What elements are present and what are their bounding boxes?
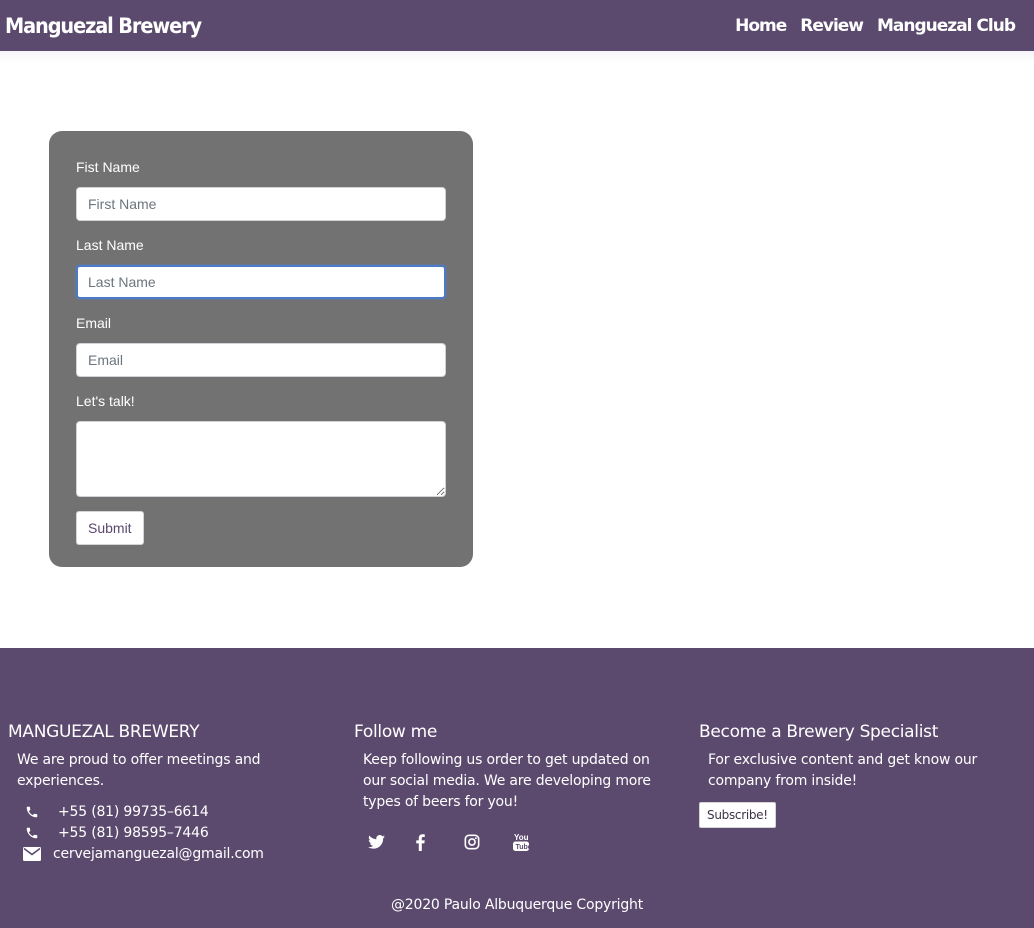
- phone-icon: [20, 805, 44, 819]
- phone-icon: [20, 826, 44, 840]
- footer-about-title: MANGUEZAL BREWERY: [8, 722, 200, 742]
- svg-text:Tube: Tube: [516, 844, 531, 851]
- message-label: Let's talk!: [76, 393, 135, 409]
- phone-number-2: +55 (81) 98595–7446: [58, 824, 209, 841]
- twitter-icon[interactable]: [368, 831, 416, 853]
- subscribe-button[interactable]: Subscribe!: [699, 802, 776, 828]
- last-name-label: Last Name: [76, 237, 144, 253]
- copyright-text: @2020 Paulo Albuquerque Copyright: [391, 897, 643, 913]
- youtube-icon[interactable]: You Tube: [512, 831, 560, 853]
- footer-about-text: We are proud to offer meetings and exper…: [17, 752, 261, 789]
- envelope-icon: [20, 846, 44, 861]
- instagram-icon[interactable]: [464, 831, 512, 853]
- brand-logo[interactable]: Manguezal Brewery: [5, 14, 202, 38]
- email-input[interactable]: [76, 343, 446, 377]
- contact-phone-1: +55 (81) 99735–6614: [8, 801, 308, 822]
- facebook-icon[interactable]: [416, 831, 464, 853]
- nav-link-home[interactable]: Home: [735, 16, 787, 36]
- email-address[interactable]: cervejamanguezal@gmail.com: [53, 846, 264, 862]
- nav-link-manguezal-club[interactable]: Manguezal Club: [877, 16, 1016, 36]
- navbar: Manguezal Brewery Home Review Manguezal …: [0, 0, 1034, 51]
- contact-phone-2: +55 (81) 98595–7446: [8, 822, 308, 843]
- footer-about-column: MANGUEZAL BREWERY We are proud to offer …: [8, 722, 308, 864]
- contact-email: cervejamanguezal@gmail.com: [8, 843, 308, 864]
- svg-text:You: You: [514, 833, 529, 842]
- footer-specialist-column: Become a Brewery Specialist For exclusiv…: [699, 722, 999, 828]
- submit-button[interactable]: Submit: [76, 511, 144, 545]
- footer-follow-text: Keep following us order to get updated o…: [363, 752, 651, 810]
- first-name-label: Fist Name: [76, 159, 140, 175]
- message-textarea[interactable]: [76, 421, 446, 497]
- nav-links: Home Review Manguezal Club: [735, 16, 1016, 36]
- footer-specialist-text: For exclusive content and get know our c…: [708, 752, 978, 789]
- phone-number-1: +55 (81) 99735–6614: [58, 803, 209, 820]
- email-label: Email: [76, 315, 112, 331]
- navbar-shadow: [0, 51, 1034, 63]
- footer-specialist-title: Become a Brewery Specialist: [699, 722, 939, 742]
- footer: MANGUEZAL BREWERY We are proud to offer …: [0, 648, 1034, 928]
- nav-link-review[interactable]: Review: [800, 16, 864, 36]
- contact-form: Fist Name Last Name Email Let's talk! Su…: [49, 131, 473, 567]
- footer-follow-title: Follow me: [354, 722, 438, 742]
- first-name-input[interactable]: [76, 187, 446, 221]
- social-links: You Tube: [354, 831, 674, 853]
- last-name-input[interactable]: [76, 265, 446, 299]
- footer-follow-column: Follow me Keep following us order to get…: [354, 722, 674, 853]
